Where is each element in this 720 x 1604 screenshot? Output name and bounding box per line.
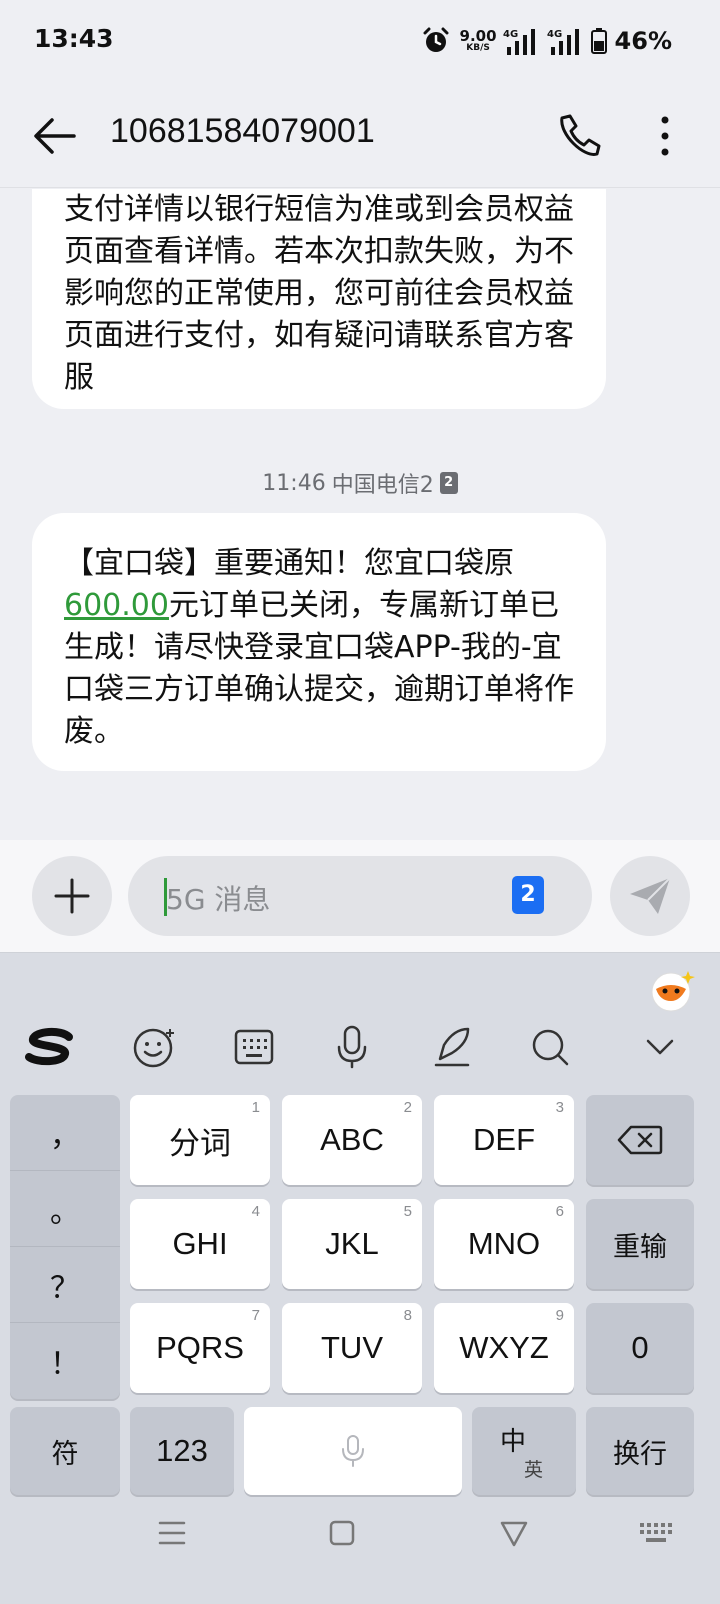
- backspace-key[interactable]: [586, 1095, 694, 1185]
- add-attachment-button[interactable]: [32, 856, 112, 936]
- key-tuv[interactable]: TUV 8: [282, 1303, 422, 1393]
- time-separator: 11:46 中国电信2 2: [0, 467, 720, 499]
- alarm-icon: [423, 27, 449, 52]
- symbols-key[interactable]: 符: [10, 1407, 120, 1495]
- key-number: 5: [403, 1203, 412, 1220]
- key-number: 1: [251, 1099, 260, 1116]
- key-label: GHI: [172, 1226, 228, 1261]
- key-label: TUV: [321, 1330, 383, 1365]
- key-label: ABC: [320, 1122, 384, 1157]
- punctuation-column: ， 。 ？ ！: [10, 1095, 120, 1399]
- signal-icon-sim2: 4G: [547, 29, 579, 55]
- keyboard-layout-icon[interactable]: [230, 1023, 278, 1071]
- composer-bar: 5G 消息 2: [0, 840, 720, 952]
- keyboard-toolbar: [0, 1013, 720, 1083]
- key-mno[interactable]: MNO 6: [434, 1199, 574, 1289]
- battery-percent: 46%: [614, 27, 672, 55]
- microphone-icon[interactable]: [328, 1023, 376, 1071]
- message-text: 支付详情以银行短信为准或到会员权益页面查看详情。若本次扣款失败，为不影响您的正常…: [64, 192, 574, 395]
- phone-call-icon[interactable]: [554, 112, 602, 160]
- key-abc[interactable]: ABC 2: [282, 1095, 422, 1185]
- text-caret: [164, 878, 167, 916]
- separator-carrier: 中国电信2: [331, 473, 434, 498]
- punct-key-exclaim[interactable]: ！: [10, 1323, 120, 1399]
- keyboard-switch-icon[interactable]: [636, 1513, 676, 1553]
- battery-icon: [590, 28, 607, 54]
- input-placeholder: 5G 消息: [166, 883, 271, 916]
- collapse-keyboard-icon[interactable]: [636, 1023, 684, 1071]
- search-icon[interactable]: [526, 1023, 574, 1071]
- key-fenci[interactable]: 分词 1: [130, 1095, 270, 1185]
- system-nav-bar: [0, 1483, 720, 1604]
- more-options-icon[interactable]: [650, 114, 680, 158]
- back-arrow-icon[interactable]: [32, 114, 78, 158]
- message-text-before: 【宜口袋】重要通知！您宜口袋原: [64, 546, 514, 581]
- punct-key-question[interactable]: ？: [10, 1247, 120, 1323]
- net-speed-unit: KB/S: [466, 43, 490, 53]
- key-wxyz[interactable]: WXYZ 9: [434, 1303, 574, 1393]
- message-bubble[interactable]: 【宜口袋】重要通知！您宜口袋原600.00元订单已关闭，专属新订单已生成！请尽快…: [32, 513, 606, 771]
- send-icon: [630, 877, 671, 914]
- key-jkl[interactable]: JKL 5: [282, 1199, 422, 1289]
- key-pqrs[interactable]: PQRS 7: [130, 1303, 270, 1393]
- status-icons: 9.00 KB/S 4G 4G 46%: [422, 24, 672, 58]
- key-number: 9: [555, 1307, 564, 1324]
- message-input[interactable]: 5G 消息 2: [128, 856, 592, 936]
- sim-badge-icon: 2: [439, 472, 458, 494]
- reinput-key[interactable]: 重输: [586, 1199, 694, 1289]
- key-number: 7: [251, 1307, 260, 1324]
- status-time: 13:43: [34, 24, 114, 53]
- key-number: 4: [251, 1203, 260, 1220]
- punct-key-period[interactable]: 。: [10, 1171, 120, 1247]
- network-speed: 9.00 KB/S: [460, 29, 497, 53]
- key-label: JKL: [325, 1226, 379, 1261]
- space-mic-icon: [342, 1435, 364, 1467]
- backspace-icon: [617, 1125, 663, 1155]
- zero-key[interactable]: 0: [586, 1303, 694, 1393]
- key-label: MNO: [467, 1226, 541, 1261]
- punct-key-comma[interactable]: ，: [10, 1095, 120, 1171]
- language-switch-key[interactable]: 中 英: [472, 1407, 576, 1495]
- lang-main: 中: [500, 1426, 527, 1456]
- separator-time: 11:46: [262, 470, 326, 496]
- svg-text:4G: 4G: [547, 29, 562, 40]
- mascot-icon[interactable]: [650, 967, 696, 1013]
- key-number: 2: [403, 1099, 412, 1116]
- menu-icon[interactable]: [152, 1513, 192, 1553]
- handwriting-pen-icon[interactable]: [428, 1023, 476, 1071]
- ime-keyboard: ， 。 ？ ！ 分词 1 ABC 2 DEF 3 GHI 4 JKL 5 MNO…: [0, 952, 720, 1604]
- key-label: 分词: [169, 1125, 231, 1161]
- key-number: 6: [555, 1203, 564, 1220]
- svg-text:4G: 4G: [503, 29, 518, 40]
- numbers-key[interactable]: 123: [130, 1407, 234, 1495]
- status-bar: 13:43 9.00 KB/S 4G 4G 46%: [0, 0, 720, 84]
- key-ghi[interactable]: GHI 4: [130, 1199, 270, 1289]
- send-button[interactable]: [610, 856, 690, 936]
- emoji-icon[interactable]: [130, 1023, 178, 1071]
- key-def[interactable]: DEF 3: [434, 1095, 574, 1185]
- contact-title: 10681584079001: [110, 112, 375, 150]
- key-number: 8: [403, 1307, 412, 1324]
- amount-link[interactable]: 600.00: [64, 588, 169, 623]
- space-key[interactable]: [244, 1407, 462, 1495]
- key-label: PQRS: [156, 1330, 244, 1365]
- sogou-logo-icon[interactable]: [24, 1023, 76, 1071]
- key-label: WXYZ: [459, 1330, 549, 1365]
- back-triangle-icon[interactable]: [494, 1513, 534, 1553]
- net-speed-value: 9.00: [459, 27, 497, 45]
- message-thread[interactable]: 支付详情以银行短信为准或到会员权益页面查看详情。若本次扣款失败，为不影响您的正常…: [0, 189, 720, 839]
- plus-icon: [54, 878, 90, 914]
- signal-icon-sim1: 4G: [503, 29, 535, 55]
- key-number: 3: [555, 1099, 564, 1116]
- lang-alt: 英: [524, 1460, 544, 1481]
- conversation-header: 10681584079001: [0, 84, 720, 188]
- home-icon[interactable]: [322, 1513, 362, 1553]
- enter-key[interactable]: 换行: [586, 1407, 694, 1495]
- sim-select-icon[interactable]: 2: [512, 876, 544, 914]
- message-bubble[interactable]: 支付详情以银行短信为准或到会员权益页面查看详情。若本次扣款失败，为不影响您的正常…: [32, 189, 606, 409]
- key-label: DEF: [473, 1122, 535, 1157]
